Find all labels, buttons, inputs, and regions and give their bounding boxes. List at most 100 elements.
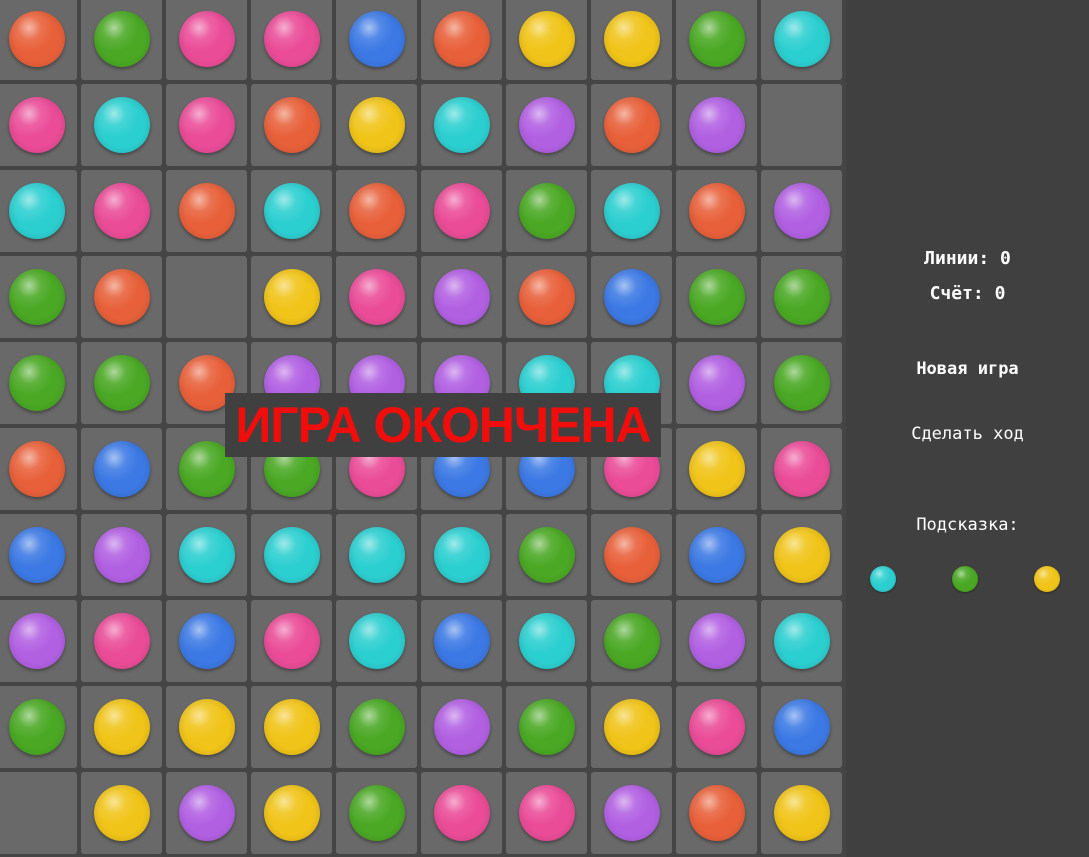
board-cell[interactable] [506, 256, 587, 338]
board-cell[interactable] [0, 256, 77, 338]
board-cell[interactable] [0, 600, 77, 682]
board-cell[interactable] [676, 342, 757, 424]
board-cell[interactable] [761, 428, 842, 510]
board-cell[interactable] [0, 170, 77, 252]
ball[interactable] [348, 785, 405, 841]
board-cell[interactable] [0, 428, 77, 510]
board-cell[interactable] [761, 600, 842, 682]
ball[interactable] [178, 613, 235, 669]
ball[interactable] [178, 11, 235, 67]
ball[interactable] [518, 11, 575, 67]
ball[interactable] [178, 699, 235, 755]
board-cell[interactable] [676, 514, 757, 596]
board-cell[interactable] [591, 0, 672, 80]
ball[interactable] [688, 97, 745, 153]
board-cell[interactable] [676, 772, 757, 854]
board-cell[interactable] [506, 600, 587, 682]
board-cell[interactable] [676, 256, 757, 338]
ball[interactable] [348, 269, 405, 325]
board-cell[interactable] [251, 772, 332, 854]
board-cell[interactable] [251, 0, 332, 80]
board-cell[interactable] [81, 84, 162, 166]
board-cell[interactable] [0, 84, 77, 166]
board-cell[interactable] [761, 84, 842, 166]
ball[interactable] [348, 11, 405, 67]
ball[interactable] [603, 183, 660, 239]
ball[interactable] [773, 441, 830, 497]
ball[interactable] [518, 785, 575, 841]
ball[interactable] [93, 11, 150, 67]
board-cell[interactable] [591, 514, 672, 596]
ball[interactable] [263, 183, 320, 239]
board-cell[interactable] [421, 170, 502, 252]
board-cell[interactable] [166, 600, 247, 682]
ball[interactable] [518, 97, 575, 153]
board-cell[interactable] [81, 686, 162, 768]
board-cell[interactable] [166, 84, 247, 166]
ball[interactable] [263, 11, 320, 67]
ball[interactable] [433, 613, 490, 669]
ball[interactable] [773, 269, 830, 325]
board-cell[interactable] [591, 256, 672, 338]
board-cell[interactable] [336, 686, 417, 768]
ball[interactable] [8, 183, 65, 239]
board-cell[interactable] [336, 256, 417, 338]
ball[interactable] [603, 613, 660, 669]
ball[interactable] [603, 699, 660, 755]
ball[interactable] [8, 269, 65, 325]
ball[interactable] [348, 183, 405, 239]
ball[interactable] [8, 699, 65, 755]
board-cell[interactable] [421, 600, 502, 682]
board-cell[interactable] [166, 686, 247, 768]
board-cell[interactable] [81, 170, 162, 252]
ball[interactable] [688, 527, 745, 583]
ball[interactable] [93, 183, 150, 239]
new-game-button[interactable]: Новая игра [896, 359, 1039, 379]
board-cell[interactable] [421, 772, 502, 854]
ball[interactable] [518, 269, 575, 325]
ball[interactable] [348, 527, 405, 583]
board-cell[interactable] [251, 600, 332, 682]
ball[interactable] [688, 699, 745, 755]
ball[interactable] [688, 183, 745, 239]
board-cell[interactable] [166, 772, 247, 854]
board-cell[interactable] [166, 0, 247, 80]
board-cell[interactable] [81, 772, 162, 854]
ball[interactable] [178, 97, 235, 153]
board-cell[interactable] [251, 256, 332, 338]
ball[interactable] [263, 527, 320, 583]
ball[interactable] [433, 11, 490, 67]
board-cell[interactable] [336, 514, 417, 596]
board-cell[interactable] [251, 170, 332, 252]
board-cell[interactable] [591, 686, 672, 768]
ball[interactable] [603, 11, 660, 67]
ball[interactable] [433, 785, 490, 841]
ball[interactable] [178, 183, 235, 239]
board-cell[interactable] [676, 170, 757, 252]
ball[interactable] [93, 785, 150, 841]
ball[interactable] [8, 97, 65, 153]
board-cell[interactable] [0, 772, 77, 854]
board-cell[interactable] [591, 772, 672, 854]
board-cell[interactable] [761, 772, 842, 854]
ball[interactable] [348, 97, 405, 153]
board-cell[interactable] [421, 84, 502, 166]
ball[interactable] [8, 11, 65, 67]
ball[interactable] [688, 441, 745, 497]
board-cell[interactable] [336, 84, 417, 166]
ball[interactable] [178, 785, 235, 841]
ball[interactable] [433, 699, 490, 755]
board-cell[interactable] [676, 84, 757, 166]
ball[interactable] [433, 97, 490, 153]
ball[interactable] [93, 613, 150, 669]
board-cell[interactable] [761, 0, 842, 80]
ball[interactable] [8, 441, 65, 497]
ball[interactable] [93, 269, 150, 325]
board-cell[interactable] [761, 256, 842, 338]
ball[interactable] [688, 269, 745, 325]
ball[interactable] [93, 527, 150, 583]
board-cell[interactable] [761, 342, 842, 424]
ball[interactable] [8, 613, 65, 669]
board-cell[interactable] [421, 0, 502, 80]
board-cell[interactable] [676, 0, 757, 80]
